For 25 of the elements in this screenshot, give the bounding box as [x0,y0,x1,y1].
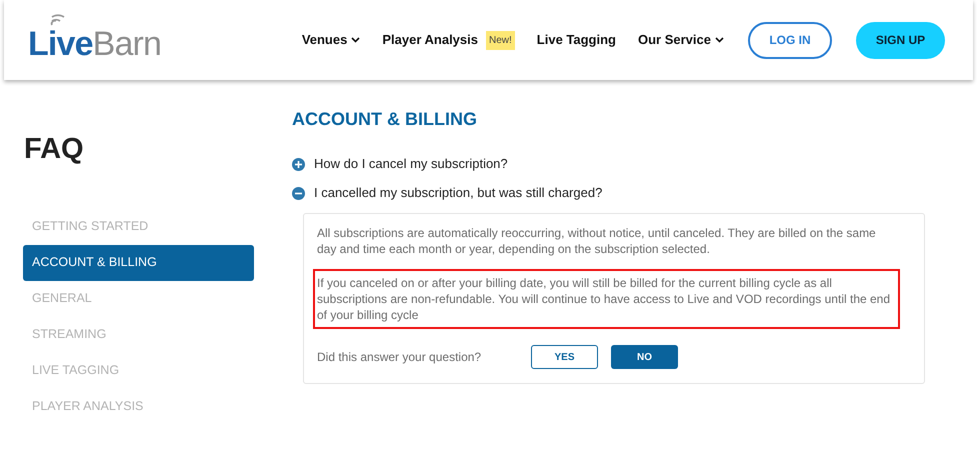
logo-text: Live [28,27,93,61]
chevron-down-icon [351,37,360,43]
nav-link[interactable]: Live Tagging [536,30,616,50]
signal-icon [50,13,66,27]
feedback-prompt: Did this answer your question? [317,349,482,366]
feedback-button[interactable]: YES [531,345,598,369]
chevron-down-icon [715,37,724,43]
new-badge: New! [486,30,515,50]
nav-link[interactable]: Player Analysis [382,30,478,50]
faq-title: FAQ [23,132,85,167]
question-text[interactable]: How do I cancel my subscription? [314,154,508,174]
answer-paragraph: All subscriptions are automatically reoccurring, without notice, until canceled. They are billed on the same day and time each month or year, depending on the subscription selected. [316,225,877,257]
nav-link[interactable]: Venues [302,30,360,50]
logo-text: Barn [92,27,162,61]
plus-circle-icon[interactable] [292,158,305,170]
logo[interactable]: LiveBarn [28,27,162,61]
question-text[interactable]: I cancelled my subscription, but was still charged? [314,183,602,203]
section-title: ACCOUNT & BILLING [292,108,478,131]
answer-paragraph: If you canceled on or after your billing date, you will still be billed for the current billing cycle as all subscriptions are non-refundable. You will continue to have access to Live and VOD recordings until the end of your billing cycle [313,269,900,329]
signup-button[interactable]: SIGN UP [856,22,945,58]
nav-link[interactable]: Our Service [638,30,724,50]
minus-circle-icon[interactable] [292,186,305,200]
feedback-button[interactable]: NO [611,345,678,369]
category-item[interactable]: ACCOUNT & BILLING [23,244,254,280]
login-button[interactable]: LOG IN [748,22,832,58]
